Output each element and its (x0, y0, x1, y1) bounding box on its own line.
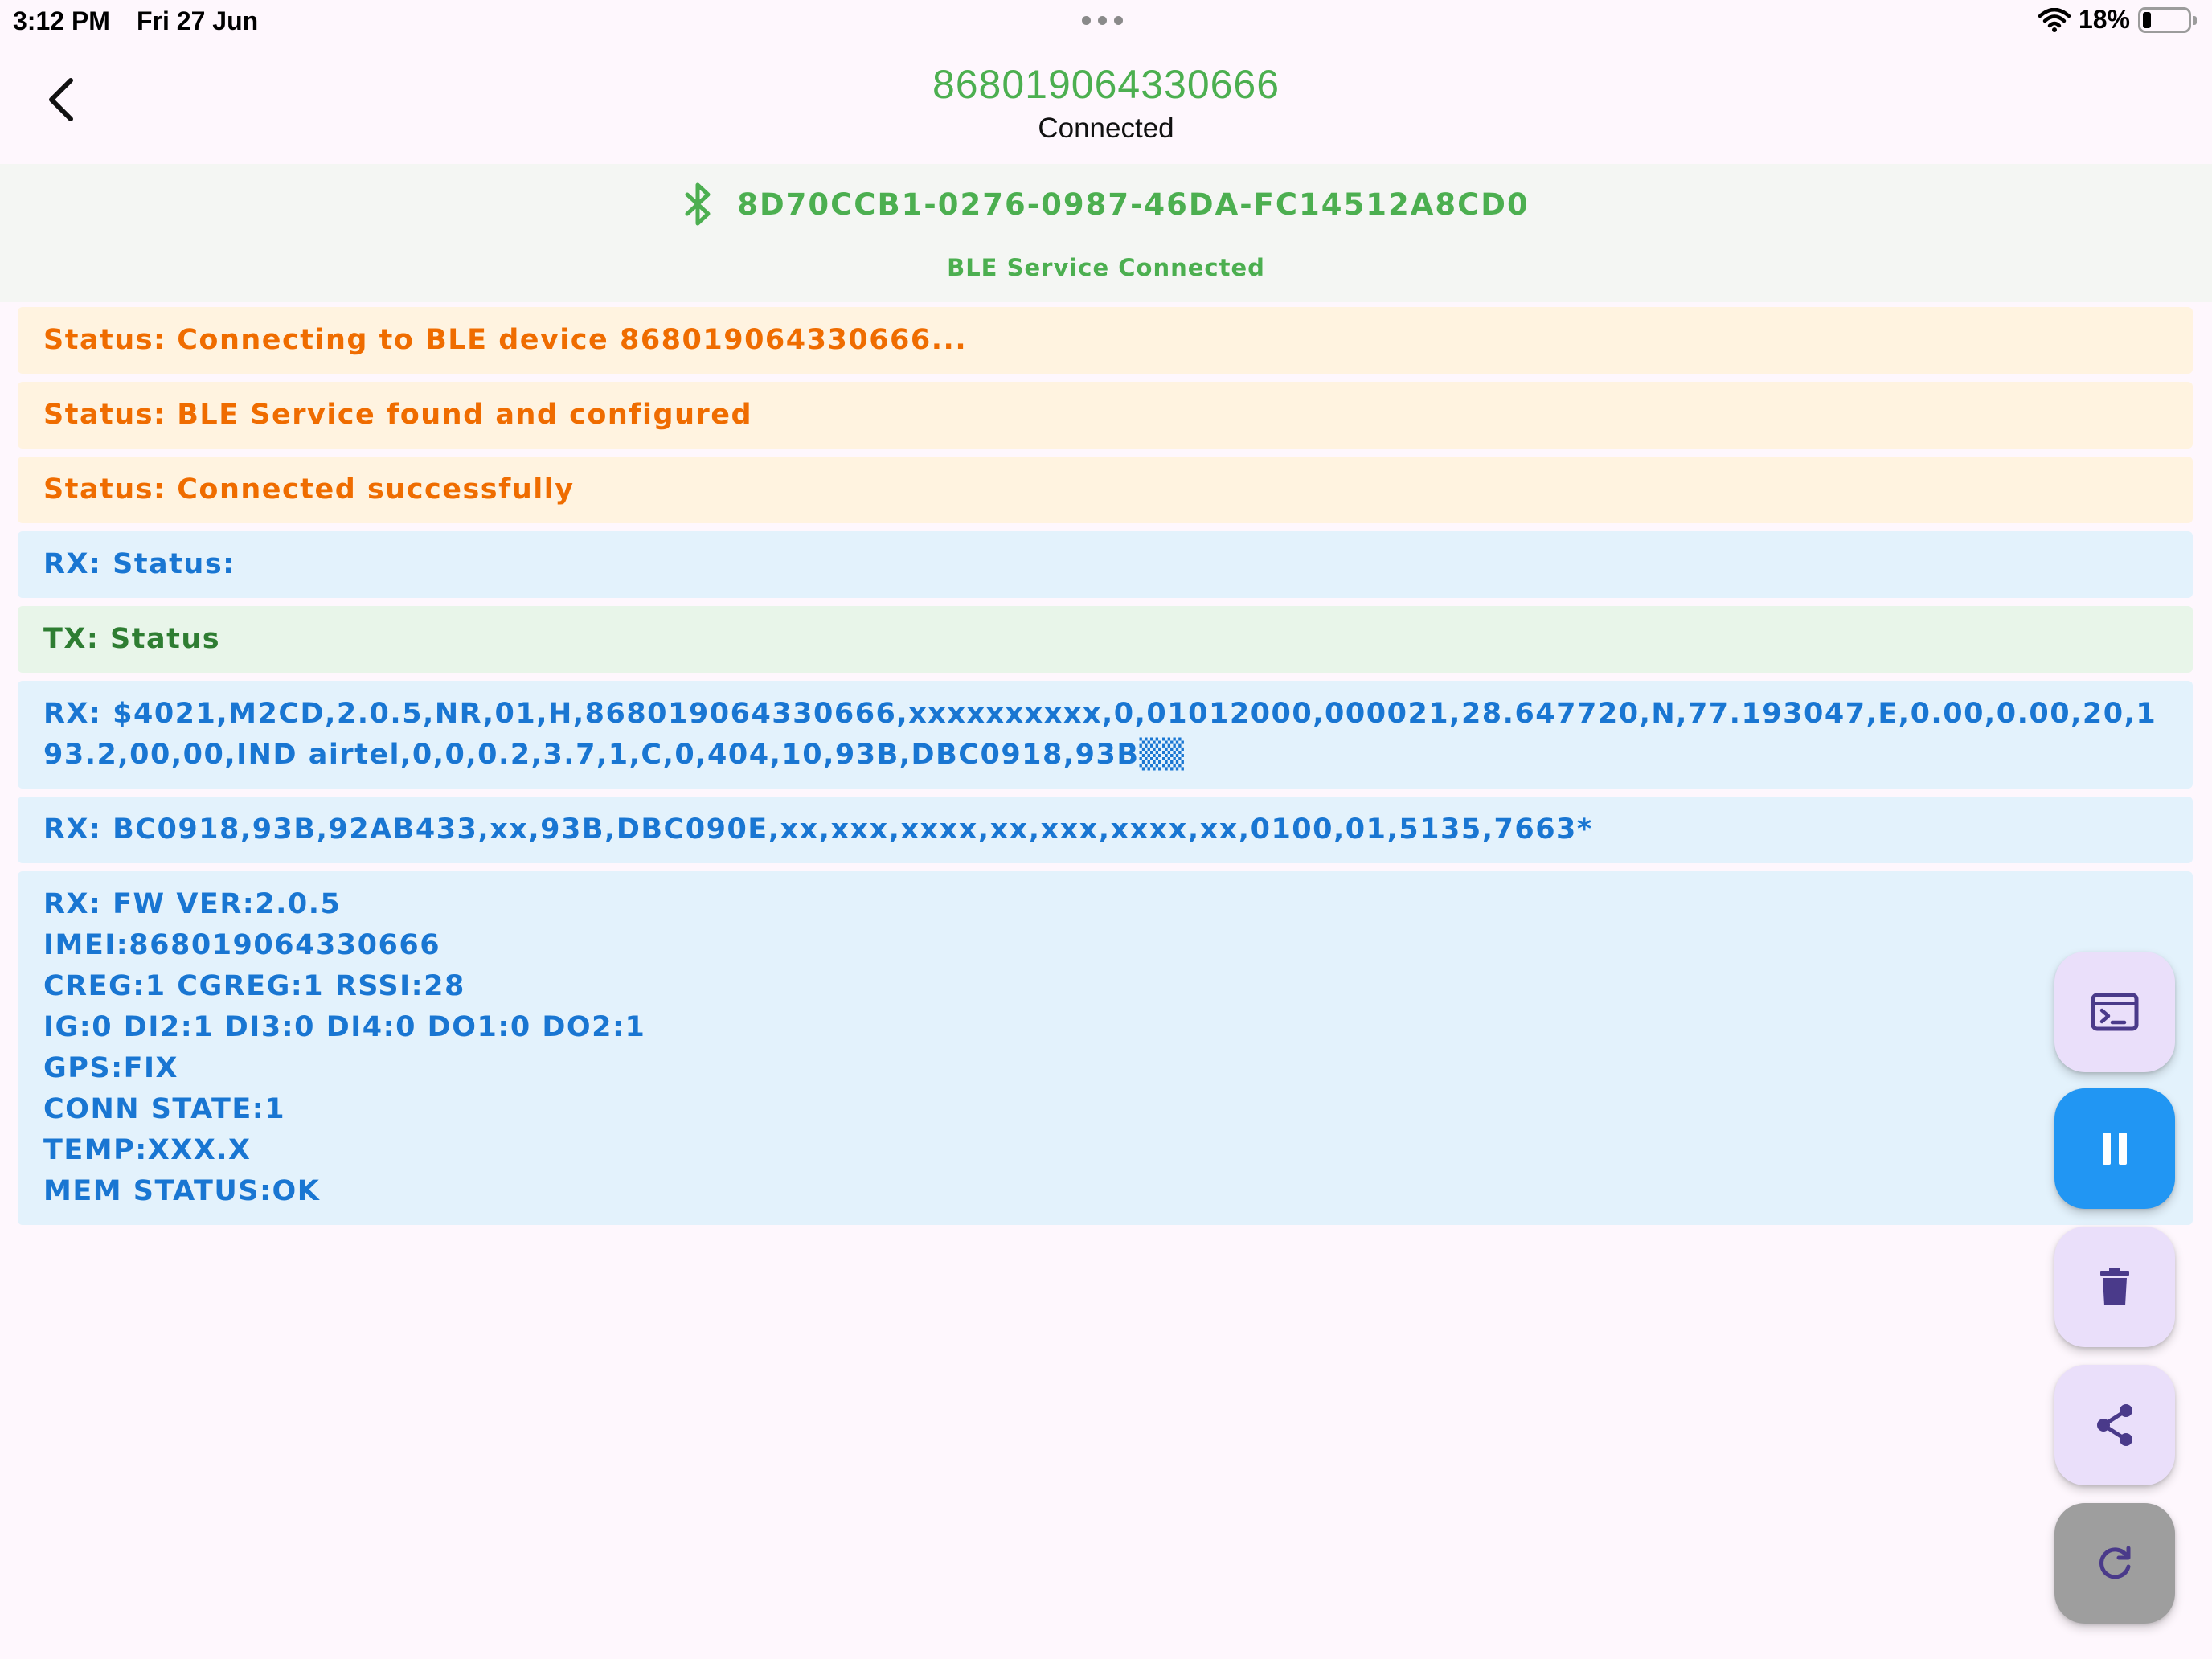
log-entry-status: Status: BLE Service found and configured (18, 382, 2193, 449)
app-header: 868019064330666 Connected (0, 48, 2212, 161)
log-entry-rx: RX: BC0918,93B,92AB433,xx,93B,DBC090E,xx… (18, 797, 2193, 863)
log-entry-status: Status: Connecting to BLE device 8680190… (18, 307, 2193, 374)
log-entry-status: Status: Connected successfully (18, 457, 2193, 523)
terminal-button[interactable] (2054, 952, 2175, 1072)
refresh-icon (2099, 1546, 2131, 1579)
multitasking-dots-icon[interactable] (1082, 16, 1123, 25)
refresh-button[interactable] (2054, 1503, 2175, 1624)
status-right-group: 18% (2038, 5, 2197, 35)
ios-status-bar: 3:12 PM Fri 27 Jun 18% (0, 0, 2212, 42)
log-entry-tx: TX: Status (18, 606, 2193, 673)
battery-icon (2138, 6, 2197, 33)
ble-service-state: BLE Service Connected (947, 254, 1265, 281)
ble-info-panel: 8D70CCB1-0276-0987-46DA-FC14512A8CD0 BLE… (0, 164, 2212, 302)
share-icon (2097, 1404, 2132, 1446)
pause-button[interactable] (2054, 1088, 2175, 1209)
pause-icon (2103, 1133, 2127, 1165)
log-entry-rx: RX: $4021,M2CD,2.0.5,NR,01,H,86801906433… (18, 681, 2193, 789)
status-date: Fri 27 Jun (137, 6, 259, 35)
terminal-icon (2091, 993, 2139, 1031)
ble-uuid: 8D70CCB1-0276-0987-46DA-FC14512A8CD0 (737, 186, 1530, 222)
app-screen: 3:12 PM Fri 27 Jun 18% 868019064330666 C… (0, 0, 2212, 1659)
delete-button[interactable] (2054, 1227, 2175, 1347)
trash-icon (2100, 1268, 2129, 1305)
bluetooth-icon (685, 182, 711, 226)
connection-state: Connected (1038, 113, 1174, 144)
status-time: 3:12 PM (13, 6, 110, 35)
log-entry-rx: RX: Status: (18, 531, 2193, 598)
log-list[interactable]: Status: Connecting to BLE device 8680190… (18, 307, 2193, 1225)
device-id-title: 868019064330666 (932, 62, 1280, 107)
log-entry-rx: RX: FW VER:2.0.5 IMEI:868019064330666 CR… (18, 871, 2193, 1225)
battery-percent: 18% (2078, 5, 2130, 34)
share-button[interactable] (2054, 1365, 2175, 1485)
wifi-icon (2038, 7, 2071, 32)
